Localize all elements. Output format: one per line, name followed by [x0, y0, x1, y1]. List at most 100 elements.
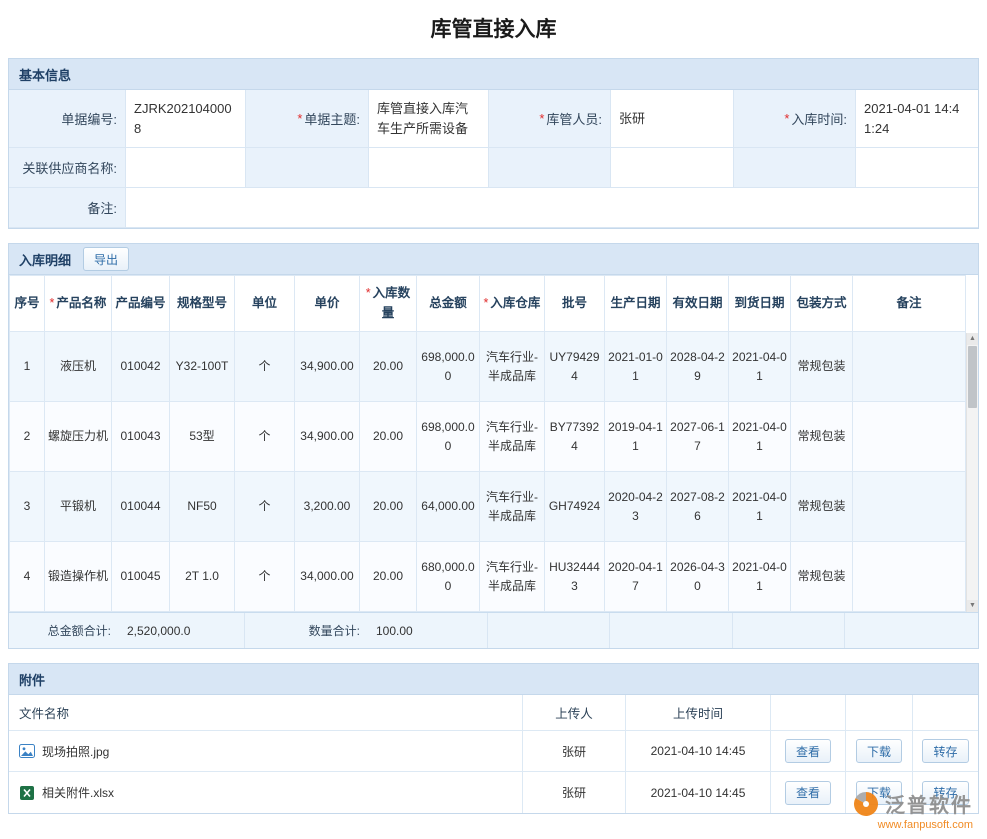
- required-asterisk: *: [539, 111, 544, 126]
- table-scrollbar[interactable]: ▲ ▼: [966, 333, 978, 612]
- save-as-button[interactable]: 转存: [922, 781, 968, 805]
- detail-cell: 螺旋压力机: [45, 402, 112, 472]
- watermark-url: www.fanpusoft.com: [853, 819, 973, 831]
- basic-info-header: 基本信息: [9, 59, 978, 90]
- detail-cell: 680,000.00: [417, 542, 480, 612]
- detail-cell: 2027-06-17: [667, 402, 729, 472]
- subject-label: *单据主题:: [246, 90, 369, 148]
- subject-value: 库管直接入库汽车生产所需设备: [369, 90, 489, 148]
- attachment-uploader: 张研: [523, 772, 626, 813]
- detail-column-header: 备注: [853, 276, 966, 332]
- scroll-up-arrow[interactable]: ▲: [967, 333, 978, 345]
- empty-label-cell: [489, 148, 611, 188]
- uploader-header: 上传人: [523, 695, 626, 731]
- detail-row: 4锻造操作机0100452T 1.0个34,000.0020.00680,000…: [10, 542, 966, 612]
- action-cell: 查看: [771, 772, 846, 813]
- attachment-row: 现场拍照.jpg张研2021-04-10 14:45查看下载转存: [9, 731, 978, 772]
- detail-table-wrap: 序号*产品名称产品编号规格型号单位单价*入库数量总金额*入库仓库批号生产日期有效…: [9, 275, 978, 612]
- scrollbar-thumb[interactable]: [968, 346, 977, 408]
- detail-cell: 2T 1.0: [170, 542, 235, 612]
- detail-cell: 010044: [112, 472, 170, 542]
- detail-cell: 常规包装: [791, 542, 853, 612]
- detail-cell: 常规包装: [791, 472, 853, 542]
- total-amount-label: 总金额合计:: [9, 613, 119, 648]
- detail-cell: 汽车行业-半成品库: [480, 402, 545, 472]
- detail-column-header: *入库数量: [360, 276, 417, 332]
- detail-column-header: 序号: [10, 276, 45, 332]
- attachments-header-bar: 附件: [9, 664, 978, 695]
- attachment-upload-time: 2021-04-10 14:45: [626, 731, 771, 772]
- action-cell: 查看: [771, 731, 846, 772]
- detail-cell: 20.00: [360, 472, 417, 542]
- detail-cell: 平锻机: [45, 472, 112, 542]
- detail-row: 1液压机010042Y32-100T个34,900.0020.00698,000…: [10, 332, 966, 402]
- entry-time-label: *入库时间:: [734, 90, 856, 148]
- detail-cell: UY794294: [545, 332, 605, 402]
- detail-cell: 锻造操作机: [45, 542, 112, 612]
- detail-column-header: 规格型号: [170, 276, 235, 332]
- detail-cell: 010045: [112, 542, 170, 612]
- attachment-upload-time: 2021-04-10 14:45: [626, 772, 771, 813]
- doc-no-label: 单据编号:: [9, 90, 126, 148]
- attachment-file-cell: 相关附件.xlsx: [9, 772, 523, 813]
- detail-column-header: 总金额: [417, 276, 480, 332]
- detail-title: 入库明细: [19, 250, 71, 269]
- action-column-header: [771, 695, 846, 731]
- detail-cell: 个: [235, 542, 295, 612]
- detail-row: 3平锻机010044NF50个3,200.0020.0064,000.00汽车行…: [10, 472, 966, 542]
- attachments-title: 附件: [19, 670, 45, 689]
- basic-info-section: 基本信息 单据编号: ZJRK2021040008 *单据主题: 库管直接入库汽…: [8, 58, 979, 229]
- detail-cell: 2021-04-01: [729, 332, 791, 402]
- detail-cell: 2: [10, 402, 45, 472]
- footer-empty-cell: [488, 613, 610, 648]
- detail-cell: 3: [10, 472, 45, 542]
- export-button[interactable]: 导出: [83, 247, 129, 271]
- supplier-label: 关联供应商名称:: [9, 148, 126, 188]
- required-asterisk: *: [484, 296, 489, 310]
- detail-column-header: 包装方式: [791, 276, 853, 332]
- detail-column-header: 到货日期: [729, 276, 791, 332]
- detail-column-header: 生产日期: [605, 276, 667, 332]
- detail-cell: 汽车行业-半成品库: [480, 332, 545, 402]
- detail-cell: 2020-04-23: [605, 472, 667, 542]
- excel-file-icon: [19, 785, 35, 801]
- empty-label-cell: [246, 148, 369, 188]
- detail-cell: 2021-01-01: [605, 332, 667, 402]
- image-file-icon: [19, 743, 35, 759]
- scrollbar-track[interactable]: [967, 409, 978, 600]
- detail-cell: 4: [10, 542, 45, 612]
- detail-cell: 个: [235, 472, 295, 542]
- detail-cell: 2026-04-30: [667, 542, 729, 612]
- detail-header-bar: 入库明细 导出: [9, 244, 978, 275]
- detail-column-header: 产品编号: [112, 276, 170, 332]
- detail-column-header: *产品名称: [45, 276, 112, 332]
- detail-column-header: 批号: [545, 276, 605, 332]
- detail-cell: 汽车行业-半成品库: [480, 542, 545, 612]
- attachment-filename: 现场拍照.jpg: [42, 743, 109, 760]
- total-amount-value: 2,520,000.0: [119, 613, 245, 648]
- empty-value-cell: [611, 148, 734, 188]
- scroll-down-arrow[interactable]: ▼: [967, 600, 978, 612]
- entry-time-value: 2021-04-01 14:41:24: [856, 90, 978, 148]
- attachment-filename: 相关附件.xlsx: [42, 784, 114, 801]
- save-as-button[interactable]: 转存: [922, 739, 968, 763]
- detail-cell: 2019-04-11: [605, 402, 667, 472]
- view-button[interactable]: 查看: [785, 781, 831, 805]
- action-column-header: [913, 695, 978, 731]
- download-button[interactable]: 下载: [856, 781, 902, 805]
- doc-no-value: ZJRK2021040008: [126, 90, 246, 148]
- download-button[interactable]: 下载: [856, 739, 902, 763]
- detail-cell: 20.00: [360, 402, 417, 472]
- detail-column-header: *入库仓库: [480, 276, 545, 332]
- detail-cell: 20.00: [360, 332, 417, 402]
- view-button[interactable]: 查看: [785, 739, 831, 763]
- detail-cell: 个: [235, 402, 295, 472]
- required-asterisk: *: [50, 296, 55, 310]
- detail-footer: 总金额合计: 2,520,000.0 数量合计: 100.00: [9, 612, 978, 648]
- empty-value-cell: [856, 148, 978, 188]
- empty-value-cell: [369, 148, 489, 188]
- required-asterisk: *: [297, 111, 302, 126]
- file-name-header: 文件名称: [9, 695, 523, 731]
- detail-cell: 010043: [112, 402, 170, 472]
- detail-cell: [853, 542, 966, 612]
